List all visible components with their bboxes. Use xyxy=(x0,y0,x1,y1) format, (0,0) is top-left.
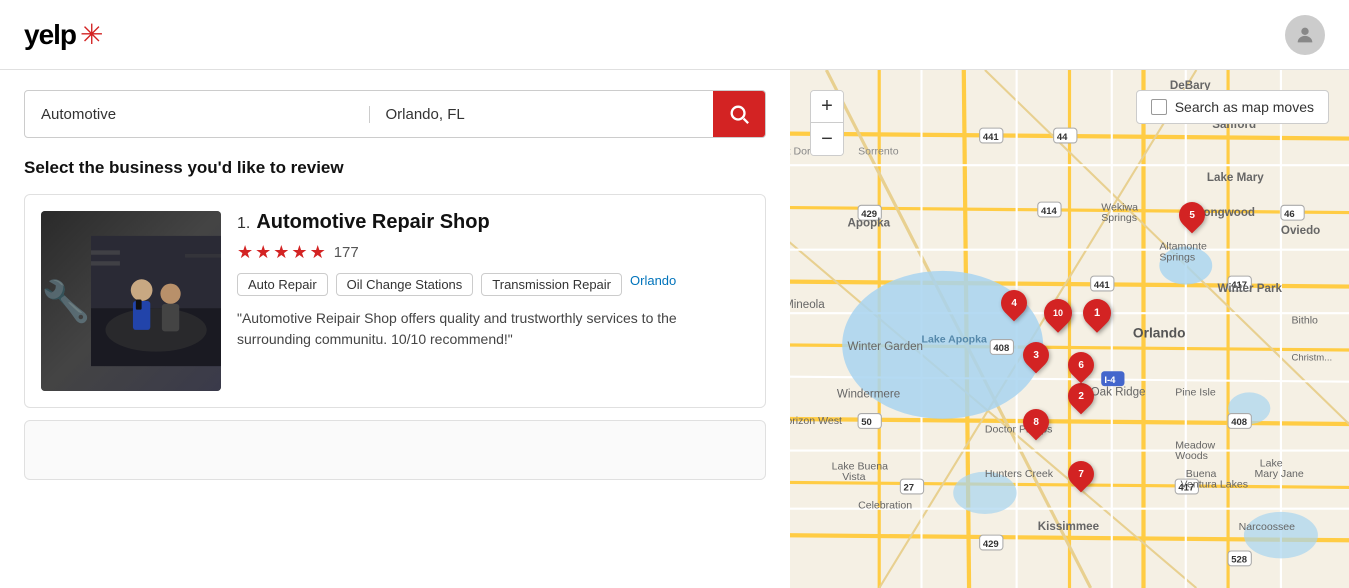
svg-text:Winter Park: Winter Park xyxy=(1218,282,1283,295)
zoom-in-button[interactable]: + xyxy=(811,91,843,123)
toggle-checkbox-icon xyxy=(1151,99,1167,115)
svg-text:Oak Ridge: Oak Ridge xyxy=(1091,386,1146,399)
search-where-input[interactable] xyxy=(370,106,714,123)
svg-text:Bithlo: Bithlo xyxy=(1292,315,1319,327)
svg-text:Hunters Creek: Hunters Creek xyxy=(985,468,1054,480)
svg-text:Kissimmee: Kissimmee xyxy=(1038,520,1100,533)
svg-text:Celebration: Celebration xyxy=(858,500,912,512)
svg-text:408: 408 xyxy=(993,343,1009,354)
map-marker-7[interactable]: 7 xyxy=(1068,461,1094,487)
search-as-map-moves-label: Search as map moves xyxy=(1175,99,1314,115)
svg-text:Mineola: Mineola xyxy=(790,298,825,311)
search-button[interactable] xyxy=(713,90,765,138)
svg-text:Apopka: Apopka xyxy=(848,216,891,229)
map-marker-5[interactable]: 5 xyxy=(1179,202,1205,228)
star-3: ★ xyxy=(273,242,289,263)
map-marker-3[interactable]: 3 xyxy=(1023,342,1049,368)
map-marker-8[interactable]: 8 xyxy=(1023,409,1049,435)
svg-text:Horizon West: Horizon West xyxy=(790,415,842,427)
main-layout: Select the business you'd like to review xyxy=(0,70,1349,588)
business-name-row: 1. Automotive Repair Shop xyxy=(237,211,749,234)
svg-text:441: 441 xyxy=(1094,280,1111,291)
svg-text:Christm...: Christm... xyxy=(1292,353,1333,364)
map-marker-4[interactable]: 4 xyxy=(1001,290,1027,316)
tags-row: Auto Repair Oil Change Stations Transmis… xyxy=(237,273,749,296)
review-count: 177 xyxy=(334,244,359,261)
business-card[interactable]: 1. Automotive Repair Shop ★ ★ ★ ★ ★ 177 … xyxy=(24,194,766,408)
svg-text:Oviedo: Oviedo xyxy=(1281,224,1320,237)
business-info: 1. Automotive Repair Shop ★ ★ ★ ★ ★ 177 … xyxy=(237,211,749,391)
svg-text:Ventura Lakes: Ventura Lakes xyxy=(1181,479,1249,491)
star-rating: ★ ★ ★ ★ ★ xyxy=(237,242,326,263)
map-container[interactable]: Lake Apopka I-4 408 429 44 441 xyxy=(790,70,1349,588)
star-4: ★ xyxy=(291,242,307,263)
svg-text:Orlando: Orlando xyxy=(1133,325,1186,340)
business-card-2[interactable] xyxy=(24,420,766,480)
svg-text:50: 50 xyxy=(861,417,872,428)
svg-text:Lake Mary: Lake Mary xyxy=(1207,171,1264,184)
star-5: ★ xyxy=(310,242,326,263)
header: yelp ✳ xyxy=(0,0,1349,70)
svg-text:Winter Garden: Winter Garden xyxy=(848,340,924,353)
tag-transmission[interactable]: Transmission Repair xyxy=(481,273,622,296)
svg-text:Narcoossee: Narcoossee xyxy=(1239,521,1295,533)
left-panel: Select the business you'd like to review xyxy=(0,70,790,588)
zoom-out-button[interactable]: − xyxy=(811,123,843,155)
stars-row: ★ ★ ★ ★ ★ 177 xyxy=(237,242,749,263)
tag-city[interactable]: Orlando xyxy=(630,273,676,296)
svg-text:Springs: Springs xyxy=(1101,212,1137,224)
map-svg: Lake Apopka I-4 408 429 44 441 xyxy=(790,70,1349,588)
svg-text:Pine Isle: Pine Isle xyxy=(1175,387,1216,399)
svg-text:408: 408 xyxy=(1231,417,1247,428)
logo-burst-icon: ✳ xyxy=(80,18,103,51)
business-image xyxy=(41,211,221,391)
svg-text:Springs: Springs xyxy=(1159,251,1195,263)
search-as-map-moves-toggle[interactable]: Search as map moves xyxy=(1136,90,1329,124)
tag-auto-repair[interactable]: Auto Repair xyxy=(237,273,328,296)
logo[interactable]: yelp ✳ xyxy=(24,18,104,51)
map-marker-6[interactable]: 6 xyxy=(1068,352,1094,378)
map-marker-10[interactable]: 10 xyxy=(1044,299,1072,327)
svg-text:Vista: Vista xyxy=(842,471,865,483)
svg-text:429: 429 xyxy=(983,539,999,550)
svg-text:Sorrento: Sorrento xyxy=(858,146,899,158)
map-marker-1[interactable]: 1 xyxy=(1083,299,1111,327)
business-name: Automotive Repair Shop xyxy=(256,211,489,234)
svg-text:528: 528 xyxy=(1231,555,1247,566)
user-avatar[interactable] xyxy=(1285,15,1325,55)
svg-text:27: 27 xyxy=(904,483,915,494)
search-bar xyxy=(24,90,766,138)
business-description: "Automotive Reipair Shop offers quality … xyxy=(237,308,749,350)
business-number: 1. xyxy=(237,215,250,233)
map-marker-2[interactable]: 2 xyxy=(1068,383,1094,409)
search-what-input[interactable] xyxy=(25,106,370,123)
svg-text:Windermere: Windermere xyxy=(837,388,900,401)
svg-text:414: 414 xyxy=(1041,206,1058,217)
star-2: ★ xyxy=(255,242,271,263)
svg-text:Lake Apopka: Lake Apopka xyxy=(922,334,987,346)
svg-text:44: 44 xyxy=(1057,132,1068,143)
svg-text:46: 46 xyxy=(1284,209,1295,220)
svg-text:Woods: Woods xyxy=(1175,450,1208,462)
svg-text:I-4: I-4 xyxy=(1104,375,1116,386)
logo-text: yelp xyxy=(24,19,76,51)
svg-text:441: 441 xyxy=(983,132,1000,143)
map-controls: + − xyxy=(810,90,844,156)
map-panel: Lake Apopka I-4 408 429 44 441 xyxy=(790,70,1349,588)
business-image-placeholder xyxy=(41,211,221,391)
tag-oil-change[interactable]: Oil Change Stations xyxy=(336,273,474,296)
section-heading: Select the business you'd like to review xyxy=(24,158,766,178)
star-1: ★ xyxy=(237,242,253,263)
svg-text:Mary Jane: Mary Jane xyxy=(1255,468,1304,480)
